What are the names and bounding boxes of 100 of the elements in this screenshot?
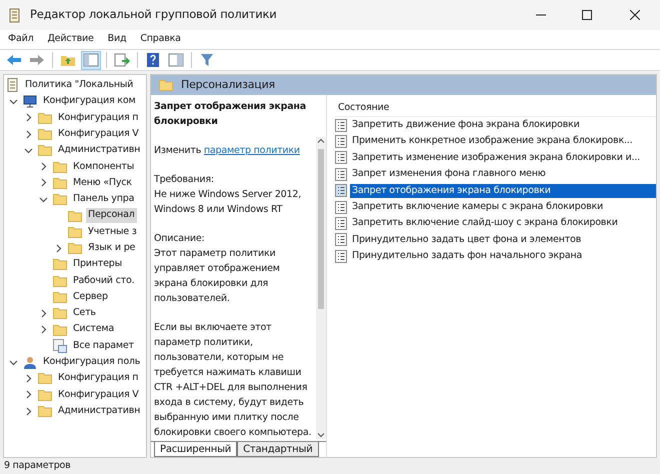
scroll-thumb[interactable] xyxy=(318,149,324,309)
policy-setting-item[interactable]: Принудительно задать цвет фона и элементов xyxy=(350,232,656,248)
tree-item[interactable]: Панель упра xyxy=(71,192,136,206)
tree-item[interactable]: Конфигурация V xyxy=(56,388,141,402)
window-title: Редактор локальной групповой политики xyxy=(30,6,277,24)
document-icon xyxy=(7,78,19,92)
menu-item[interactable]: Действие xyxy=(47,32,94,47)
column-header[interactable]: Состояние xyxy=(335,101,656,117)
folder-icon xyxy=(68,210,82,222)
description-paragraph: Если вы включаете этот параметр политики, пользователи, которым не требуется нажимать клавиши CTR +ALT+DEL для выполнения входа в систему, будут видеть выбранную ими плитку после блокировки своего компьютера. xyxy=(154,321,312,440)
folder-icon xyxy=(38,405,52,418)
tree-item[interactable]: Конфигурация поль xyxy=(41,355,142,370)
policy-setting-icon xyxy=(335,217,347,230)
folder-icon xyxy=(53,258,67,270)
policy-setting-icon xyxy=(335,151,347,164)
description-paragraph: Этот параметр политики управляет отображением экрана блокировки для пользователей. xyxy=(154,247,281,306)
tree-item[interactable]: Рабочий сто. xyxy=(71,274,136,288)
scroll-down-icon[interactable] xyxy=(317,431,325,439)
header-title: Персонализация xyxy=(181,76,275,93)
chevron-icon[interactable] xyxy=(8,358,18,367)
policy-setting-icon xyxy=(335,233,347,246)
settings-list-icon xyxy=(53,338,67,353)
policy-setting-icon xyxy=(335,184,347,198)
policy-setting-item[interactable]: Применить конкретное изображение экрана блокировк... xyxy=(350,134,656,149)
view-tab[interactable]: Стандартный xyxy=(237,442,318,457)
tree-item[interactable]: Сеть xyxy=(71,306,98,320)
folder-icon xyxy=(38,128,52,140)
tree-item[interactable]: Принтеры xyxy=(71,257,124,272)
requirements-text: Не ниже Windows Server 2012, Windows 8 или Windows RT xyxy=(154,188,302,217)
tree-item[interactable]: Административн xyxy=(56,143,142,158)
tree-item[interactable]: Все парамет xyxy=(71,338,136,354)
export-toolbar-button[interactable] xyxy=(112,50,132,70)
policy-setting-item[interactable]: Запретить движение фона экрана блокировки xyxy=(350,118,656,132)
edit-setting-text: Изменить параметр политики xyxy=(154,144,301,158)
folder-icon xyxy=(53,176,67,189)
requirements-label: Требования: xyxy=(154,173,215,187)
policy-setting-icon xyxy=(335,250,347,263)
policy-setting-icon xyxy=(335,168,347,181)
tree-item[interactable]: Политика "Локальный xyxy=(23,78,136,92)
folder-icon xyxy=(53,324,67,336)
chevron-icon[interactable] xyxy=(38,162,48,172)
folder-icon xyxy=(68,242,82,254)
view-toolbar-button[interactable] xyxy=(166,50,186,70)
computer-icon xyxy=(23,94,37,108)
chevron-icon[interactable] xyxy=(24,130,32,139)
menu-item[interactable]: Файл xyxy=(8,32,34,47)
policy-setting-item[interactable]: Запретить включение камеры с экрана блокировки xyxy=(350,200,656,214)
tree-item[interactable]: Административн xyxy=(56,404,142,418)
folder-icon xyxy=(53,193,67,206)
menu-item[interactable]: Справка xyxy=(140,32,181,47)
chevron-icon[interactable] xyxy=(24,374,32,383)
edit-policy-link[interactable]: параметр политики xyxy=(204,145,300,156)
policy-setting-item[interactable]: Принудительно задать фон начального экрана xyxy=(350,249,656,264)
chevron-icon[interactable] xyxy=(54,244,62,253)
chevron-icon[interactable] xyxy=(8,96,18,106)
scroll-up-icon[interactable] xyxy=(317,137,325,145)
chevron-icon[interactable] xyxy=(38,308,48,318)
tree-item[interactable]: Конфигурация V xyxy=(56,126,141,142)
chevron-icon[interactable] xyxy=(38,194,48,204)
description-label: Описание: xyxy=(154,232,206,246)
folder-icon xyxy=(38,388,52,401)
tree-item[interactable]: Конфигурация п xyxy=(56,110,140,125)
folder-icon xyxy=(38,144,52,156)
tree-item[interactable]: Учетные з xyxy=(86,224,139,239)
chevron-icon[interactable] xyxy=(24,390,32,400)
policy-setting-icon xyxy=(335,118,347,132)
tree-item[interactable]: Язык и ре xyxy=(86,240,138,256)
policy-setting-icon xyxy=(335,135,347,148)
folder-icon xyxy=(38,112,52,124)
tree-item[interactable]: Система xyxy=(71,322,116,337)
tree-item[interactable]: Компоненты xyxy=(71,160,136,174)
chevron-icon[interactable] xyxy=(24,146,32,155)
tree-item[interactable]: Конфигурация ком xyxy=(41,94,138,109)
tree-item[interactable]: Меню «Пуск xyxy=(71,176,134,190)
folder-icon xyxy=(53,160,67,173)
app-icon xyxy=(8,8,22,22)
status-text: 9 параметров xyxy=(4,458,71,473)
tree-toolbar-button[interactable] xyxy=(81,50,101,70)
folder-icon xyxy=(53,307,67,320)
menu-item[interactable]: Вид xyxy=(108,32,126,47)
policy-setting-item[interactable]: Запрет изменения фона главного меню xyxy=(350,167,656,182)
chevron-icon[interactable] xyxy=(38,178,48,188)
policy-setting-icon xyxy=(335,200,347,214)
folder-icon xyxy=(53,274,67,287)
user-icon xyxy=(23,356,37,369)
view-tab[interactable]: Расширенный xyxy=(154,442,238,457)
setting-title: Запрет отображения экрана блокировки xyxy=(154,100,307,129)
folder-icon xyxy=(38,372,52,384)
policy-setting-item[interactable]: Запрет отображения экрана блокировки xyxy=(350,184,656,198)
chevron-icon[interactable] xyxy=(24,406,32,416)
chevron-icon[interactable] xyxy=(38,325,48,334)
tree-item[interactable]: Конфигурация п xyxy=(56,371,140,386)
tree-item[interactable]: Персонал xyxy=(86,208,137,223)
policy-setting-item[interactable]: Запретить включение слайд-шоу с экрана блокировки xyxy=(350,216,656,231)
maximize-icon xyxy=(582,10,592,20)
folder-icon xyxy=(53,291,67,303)
policy-setting-item[interactable]: Запретить изменение изображения экрана блокировки и... xyxy=(350,150,656,166)
scrollbar[interactable] xyxy=(316,137,326,439)
chevron-icon[interactable] xyxy=(24,113,32,122)
tree-item[interactable]: Сервер xyxy=(71,290,110,304)
